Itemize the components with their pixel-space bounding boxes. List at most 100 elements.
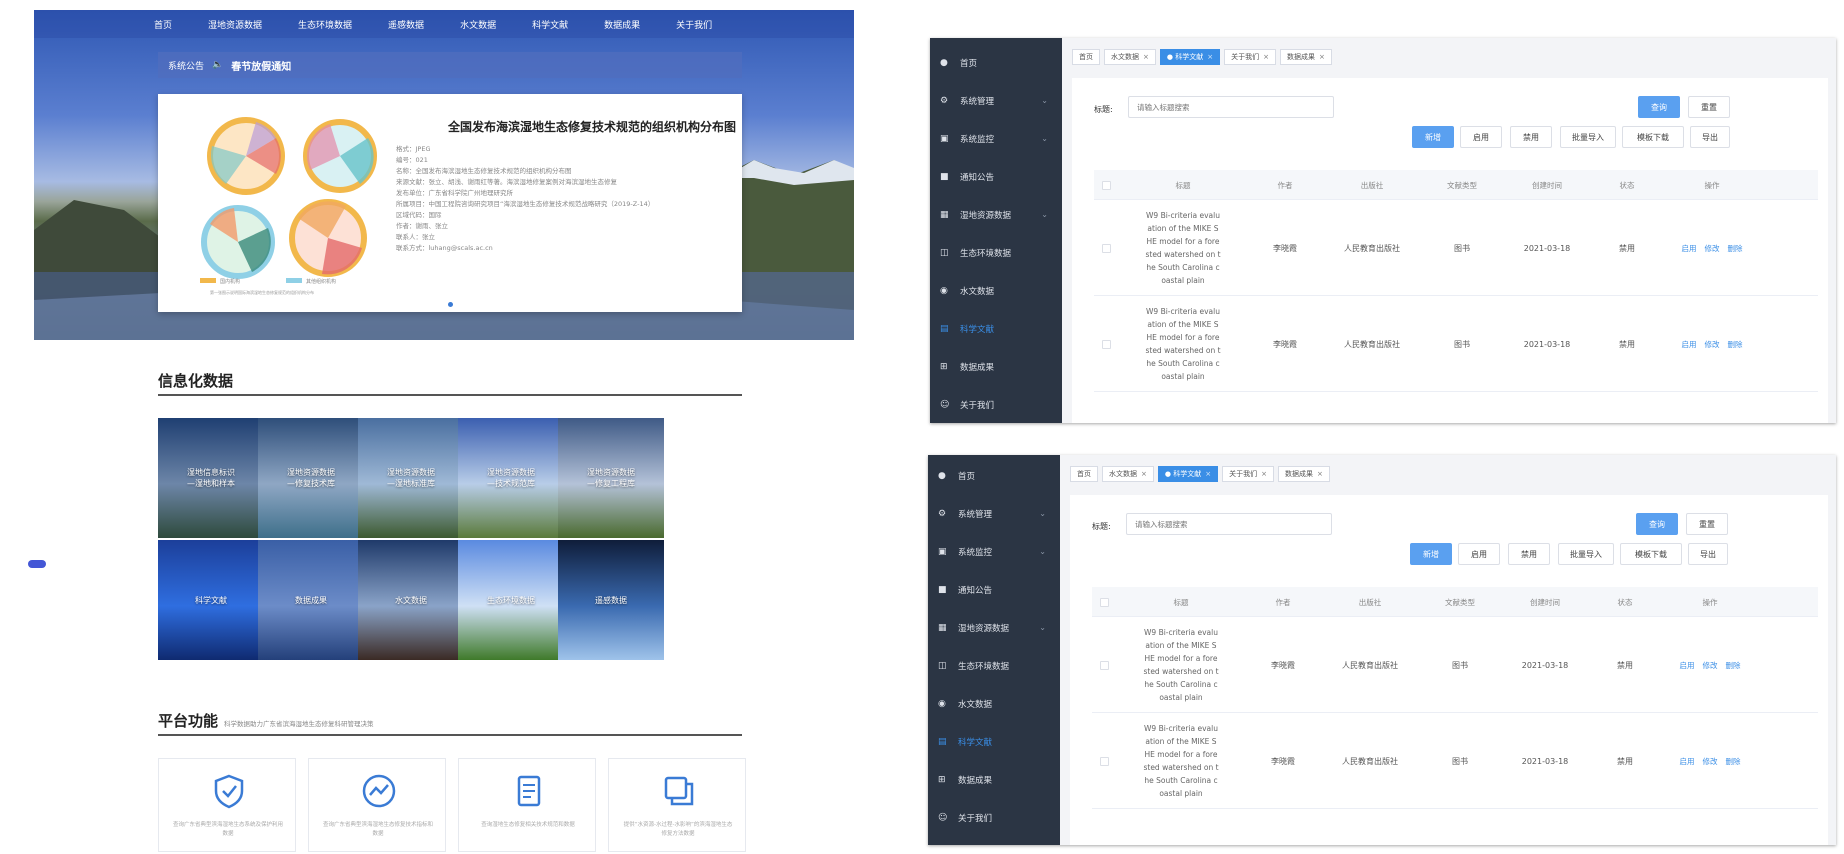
tab-item[interactable]: 首页 [1072, 49, 1100, 65]
add-button[interactable]: 新增 [1412, 126, 1454, 148]
sidebar-item[interactable]: ▦ 湿地资源数据 ⌄ [930, 196, 1062, 234]
data-tile[interactable]: 科学文献 [158, 540, 264, 660]
reset-button[interactable]: 重置 [1686, 513, 1728, 535]
sidebar-item[interactable]: ⊞ 数据成果 [930, 348, 1062, 386]
close-icon[interactable]: × [1263, 53, 1269, 61]
nav-item-literature[interactable]: 科学文献 [532, 18, 568, 31]
nav-item-ecology[interactable]: 生态环境数据 [298, 18, 352, 31]
close-icon[interactable]: × [1207, 53, 1213, 61]
sidebar-item[interactable]: ◫ 生态环境数据 [928, 647, 1060, 685]
featured-title[interactable]: 全国发布海滨湿地生态修复技术规范的组织机构分布图 [448, 118, 736, 135]
tab-item[interactable]: 关于我们 × [1222, 466, 1274, 482]
export-button[interactable]: 导出 [1688, 543, 1728, 565]
notice-title[interactable]: 春节放假通知 [231, 58, 291, 73]
batch-import-button[interactable]: 批量导入 [1558, 543, 1614, 565]
close-icon[interactable]: × [1205, 470, 1211, 478]
sidebar-item[interactable]: ⊞ 数据成果 [928, 761, 1060, 799]
title-search-input[interactable] [1126, 513, 1332, 535]
sidebar-item[interactable]: ◉ 水文数据 [930, 272, 1062, 310]
featured-card[interactable]: 国内机构 其他组织机构 第一张图示说明国际海滨湿地生态修复规范的组织机构分布 全… [158, 94, 742, 312]
disable-button[interactable]: 禁用 [1508, 543, 1550, 565]
data-tile[interactable]: 湿地资源数据 —修复技术库 [258, 418, 364, 538]
enable-link[interactable]: 启用 [1682, 339, 1697, 350]
row-checkbox[interactable] [1099, 660, 1109, 670]
data-tile[interactable]: 湿地信息标识 —湿地和样本 [158, 418, 264, 538]
select-all-cell[interactable] [1092, 587, 1116, 617]
nav-item-wetland[interactable]: 湿地资源数据 [208, 18, 262, 31]
sidebar-item[interactable]: ⚙ 系统管理 ⌄ [930, 82, 1062, 120]
data-tile[interactable]: 湿地资源数据 —修复工程库 [558, 418, 664, 538]
sidebar-item[interactable]: ▤ 科学文献 [930, 310, 1062, 348]
sidebar-item[interactable]: ▦ 湿地资源数据 ⌄ [928, 609, 1060, 647]
data-tile[interactable]: 遥感数据 [558, 540, 664, 660]
row-checkbox[interactable] [1099, 756, 1109, 766]
edit-link[interactable]: 修改 [1705, 243, 1720, 254]
delete-link[interactable]: 删除 [1726, 660, 1741, 671]
sidebar-item[interactable]: ■ 通知公告 [928, 571, 1060, 609]
edit-link[interactable]: 修改 [1703, 660, 1718, 671]
data-tile[interactable]: 湿地资源数据 —技术规范库 [458, 418, 564, 538]
tab-item[interactable]: 水文数据 × [1102, 466, 1154, 482]
close-icon[interactable]: × [1317, 470, 1323, 478]
sidebar-item[interactable]: ⚙ 系统管理 ⌄ [928, 495, 1060, 533]
delete-link[interactable]: 删除 [1726, 756, 1741, 767]
export-button[interactable]: 导出 [1690, 126, 1730, 148]
side-float-handle[interactable] [28, 560, 46, 568]
function-card[interactable]: 查询广东省典型滨海湿地生态修复技术指标和数据 [308, 758, 446, 852]
data-tile[interactable]: 湿地资源数据 —湿地标准库 [358, 418, 464, 538]
tab-item[interactable]: 首页 [1070, 466, 1098, 482]
tab-item[interactable]: 水文数据 × [1104, 49, 1156, 65]
title-search-input[interactable] [1128, 96, 1334, 118]
row-checkbox[interactable] [1101, 339, 1111, 349]
tab-item[interactable]: 数据成果 × [1279, 49, 1332, 65]
function-card[interactable]: 查询湿地生态修复相关技术规范和数据 [458, 758, 596, 852]
sidebar-item[interactable]: ▤ 科学文献 [928, 723, 1060, 761]
sidebar-item[interactable]: ☺ 关于我们 [930, 386, 1062, 423]
sidebar-item[interactable]: ◉ 水文数据 [928, 685, 1060, 723]
delete-link[interactable]: 删除 [1728, 339, 1743, 350]
data-tile[interactable]: 数据成果 [258, 540, 364, 660]
enable-link[interactable]: 启用 [1680, 660, 1695, 671]
edit-link[interactable]: 修改 [1703, 756, 1718, 767]
select-all-checkbox[interactable] [1099, 597, 1109, 607]
tab-item[interactable]: ● 科学文献 × [1157, 466, 1219, 482]
function-card[interactable]: 查询广东省典型滨海湿地生态系统及保护利用数据 [158, 758, 296, 852]
data-tile[interactable]: 生态环境数据 [458, 540, 564, 660]
delete-link[interactable]: 删除 [1728, 243, 1743, 254]
nav-item-home[interactable]: 首页 [154, 18, 172, 31]
sidebar-item[interactable]: ▣ 系统监控 ⌄ [928, 533, 1060, 571]
enable-button[interactable]: 启用 [1460, 126, 1502, 148]
data-tile[interactable]: 水文数据 [358, 540, 464, 660]
query-button[interactable]: 查询 [1638, 96, 1680, 118]
template-download-button[interactable]: 模板下载 [1620, 543, 1682, 565]
nav-item-remote-sensing[interactable]: 遥感数据 [388, 18, 424, 31]
tab-item[interactable]: 关于我们 × [1224, 49, 1276, 65]
sidebar-item[interactable]: ● 首页 [930, 44, 1062, 82]
select-all-checkbox[interactable] [1101, 180, 1111, 190]
close-icon[interactable]: × [1319, 53, 1325, 61]
carousel-dot[interactable] [448, 302, 453, 307]
nav-item-hydrology[interactable]: 水文数据 [460, 18, 496, 31]
disable-button[interactable]: 禁用 [1510, 126, 1552, 148]
sidebar-item[interactable]: ■ 通知公告 [930, 158, 1062, 196]
function-card[interactable]: 提供“水资源-水过程-水影响”的滨海湿地生态修复方法数据 [608, 758, 746, 852]
add-button[interactable]: 新增 [1410, 543, 1452, 565]
select-all-cell[interactable] [1094, 170, 1118, 200]
enable-button[interactable]: 启用 [1458, 543, 1500, 565]
close-icon[interactable]: × [1143, 53, 1149, 61]
enable-link[interactable]: 启用 [1680, 756, 1695, 767]
close-icon[interactable]: × [1261, 470, 1267, 478]
reset-button[interactable]: 重置 [1688, 96, 1730, 118]
sidebar-item[interactable]: ▣ 系统监控 ⌄ [930, 120, 1062, 158]
tab-item[interactable]: 数据成果 × [1277, 466, 1330, 482]
row-checkbox[interactable] [1101, 243, 1111, 253]
system-notice-bar[interactable]: 系统公告 🔈 春节放假通知 [158, 52, 742, 78]
edit-link[interactable]: 修改 [1705, 339, 1720, 350]
sidebar-item[interactable]: ☺ 关于我们 [928, 799, 1060, 837]
batch-import-button[interactable]: 批量导入 [1560, 126, 1616, 148]
tab-item[interactable]: ● 科学文献 × [1159, 49, 1221, 65]
close-icon[interactable]: × [1141, 470, 1147, 478]
nav-item-about[interactable]: 关于我们 [676, 18, 712, 31]
sidebar-item[interactable]: ● 首页 [928, 457, 1060, 495]
template-download-button[interactable]: 模板下载 [1622, 126, 1684, 148]
